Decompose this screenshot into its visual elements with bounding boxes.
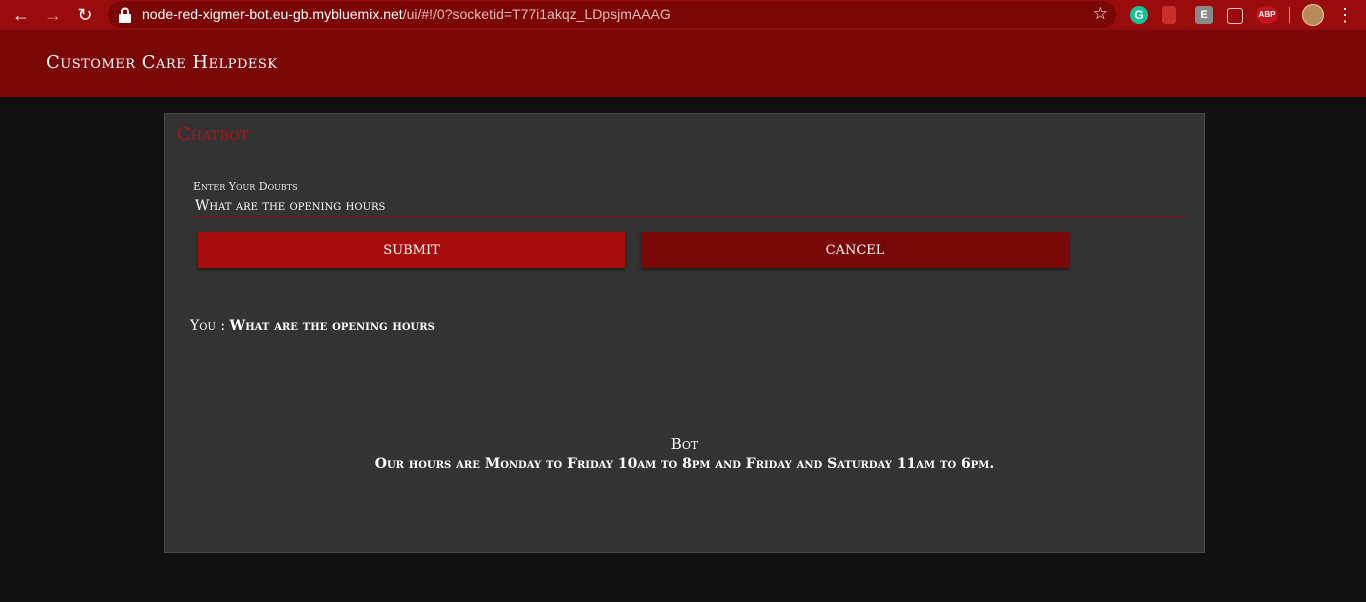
- kebab-menu-icon[interactable]: ⋮: [1336, 4, 1354, 26]
- profile-avatar[interactable]: [1302, 4, 1324, 26]
- reload-icon[interactable]: ↻: [74, 4, 96, 26]
- app-header: Customer Care Helpdesk: [0, 30, 1366, 97]
- chatbot-card: Chatbot Enter Your Doubts SUBMIT CANCEL …: [164, 113, 1205, 553]
- pdf-extension-icon[interactable]: [1162, 6, 1176, 24]
- adblock-extension-icon[interactable]: ABP: [1256, 6, 1278, 24]
- submit-button[interactable]: SUBMIT: [198, 232, 625, 268]
- address-bar[interactable]: node-red-xigmer-bot.eu-gb.mybluemix.net/…: [108, 1, 1116, 28]
- e-extension-icon[interactable]: E: [1195, 6, 1213, 24]
- forward-arrow-icon[interactable]: →: [42, 4, 64, 26]
- user-message-line: You : What are the opening hours: [190, 318, 435, 334]
- user-message: What are the opening hours: [229, 318, 435, 334]
- grammarly-extension-icon[interactable]: G: [1130, 6, 1148, 24]
- user-prefix: You :: [190, 318, 230, 334]
- stack-extension-icon[interactable]: [1227, 8, 1243, 24]
- card-title: Chatbot: [177, 124, 249, 145]
- star-icon[interactable]: ☆: [1093, 4, 1108, 24]
- page-title: Customer Care Helpdesk: [46, 52, 278, 73]
- doubts-input[interactable]: [193, 195, 1185, 218]
- url-host: node-red-xigmer-bot.eu-gb.mybluemix.net: [142, 6, 403, 22]
- bot-reply: Our hours are Monday to Friday 10am to 8…: [374, 456, 995, 472]
- lock-icon: [119, 7, 131, 23]
- doubts-input-label: Enter Your Doubts: [193, 180, 298, 193]
- url-path: /ui/#!/0?socketid=T77i1akqz_LDpsjmAAAG: [402, 6, 671, 22]
- toolbar-separator: [1289, 7, 1290, 23]
- browser-toolbar: ← → ↻ node-red-xigmer-bot.eu-gb.mybluemi…: [0, 0, 1366, 30]
- url-text[interactable]: node-red-xigmer-bot.eu-gb.mybluemix.net/…: [142, 6, 671, 23]
- back-arrow-icon[interactable]: ←: [10, 4, 32, 26]
- bot-name: Bot: [670, 435, 699, 453]
- cancel-button[interactable]: CANCEL: [641, 232, 1069, 268]
